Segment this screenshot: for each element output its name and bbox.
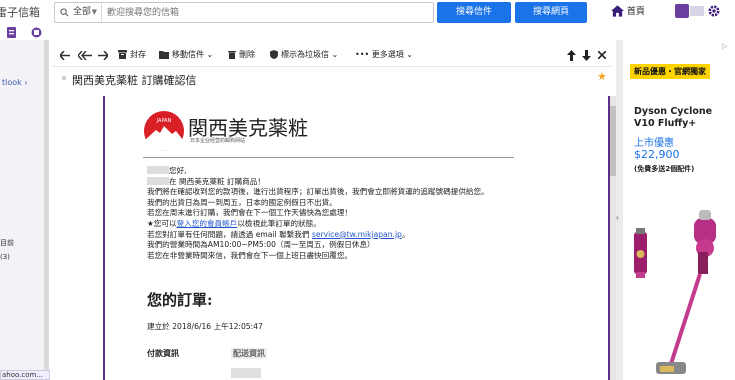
sidebar-scrollbar[interactable] bbox=[44, 40, 49, 370]
search-input[interactable] bbox=[107, 5, 427, 20]
notepad-icon[interactable] bbox=[31, 27, 42, 38]
shipping-heading: 配送資訊 bbox=[231, 348, 267, 359]
body-line: 我們的營業時間為AM10:00~PM5:00（周一至周五，例假日休息） bbox=[147, 240, 375, 250]
search-mail-button[interactable]: 搜尋信件 bbox=[437, 2, 511, 23]
member-login-link[interactable]: 登入您的會員帳戶 bbox=[177, 219, 238, 228]
chevron-right-icon: › bbox=[616, 214, 619, 222]
message-subject: 関西美克薬粧 訂購確認信 bbox=[72, 74, 197, 87]
home-icon bbox=[611, 5, 624, 17]
search-box: 全部 ▼ bbox=[54, 2, 434, 23]
body-line: 若您在周末進行訂購，我們會在下一個工作天儘快為您處理！ bbox=[147, 208, 353, 218]
body-line: 我們的出貨日為周一到周五，日本的國定例假日不出貨。 bbox=[147, 197, 337, 207]
subject-row: 関西美克薬粧 訂購確認信 ★ bbox=[52, 68, 612, 90]
gear-icon[interactable] bbox=[707, 4, 721, 18]
message-text: 您好, 在 関西美克薬粧 訂購商品！ 我們將在確認收到您的款項後，進行出貨程序；… bbox=[147, 166, 517, 261]
thanks-line: 在 関西美克薬粧 訂購商品！ bbox=[147, 176, 517, 188]
ad-note: (免費多送2個配件) bbox=[634, 165, 695, 173]
star-icon[interactable]: ★ bbox=[597, 70, 607, 83]
folder-icon bbox=[159, 51, 169, 59]
home-link[interactable]: 首頁 bbox=[611, 4, 645, 17]
spam-button[interactable]: 標示為垃圾信 ⌄ bbox=[270, 49, 338, 60]
brand-logo: JAPAN bbox=[144, 111, 184, 151]
logo-text: JAPAN bbox=[156, 118, 172, 124]
archive-icon bbox=[118, 50, 127, 59]
forward-icon[interactable] bbox=[98, 51, 108, 60]
ad-launch-label: 上市優惠 bbox=[634, 138, 674, 149]
payment-heading: 付款資訊 bbox=[147, 349, 179, 358]
redacted-text bbox=[231, 368, 261, 378]
more-icon: ••• bbox=[355, 50, 370, 59]
body-line: 我們將在確認收到您的款項後，進行出貨程序；訂單出貨後，我們會立即將貨運的追蹤號碼… bbox=[147, 187, 489, 197]
unread-dot-icon bbox=[62, 76, 66, 80]
mail-brand[interactable]: 雷子信箱 bbox=[0, 4, 40, 20]
avatar[interactable] bbox=[675, 4, 689, 18]
message-toolbar: 封存 移動信件 ⌄ 刪除 標示為垃圾信 ⌄ ••• 更多選項 ⌄ bbox=[52, 45, 612, 67]
order-title: 您的訂單: bbox=[147, 291, 213, 309]
ad-badge: 新品優惠・官網獨家 bbox=[630, 64, 710, 79]
chevron-down-icon: ⌄ bbox=[406, 50, 413, 59]
ad-panel[interactable]: ▷ 新品優惠・官網獨家 Dyson Cyclone V10 Fluffy+ 上市… bbox=[624, 40, 735, 380]
sidebar-item-outlook[interactable]: tlook › bbox=[2, 78, 28, 87]
sidebar-item-folder-count: (3) bbox=[0, 253, 10, 261]
ad-collapse-strip[interactable]: › bbox=[616, 40, 623, 380]
ad-price: $22,900 bbox=[634, 148, 680, 161]
reply-all-icon[interactable] bbox=[78, 51, 92, 60]
body-line: 若您在非營業時間來信，我們會在下一個上班日盡快回覆您。 bbox=[147, 250, 353, 260]
delete-button[interactable]: 刪除 bbox=[228, 49, 255, 60]
redacted-text bbox=[147, 176, 169, 185]
chevron-down-icon: ▼ bbox=[91, 8, 97, 16]
top-bar: 雷子信箱 全部 ▼ 搜尋信件 搜尋網頁 首頁 bbox=[0, 0, 735, 26]
search-web-button[interactable]: 搜尋網頁 bbox=[515, 2, 587, 23]
user-name-redacted[interactable] bbox=[690, 6, 704, 16]
ad-product-name[interactable]: Dyson Cyclone V10 Fluffy+ bbox=[634, 106, 734, 130]
vacuum-image[interactable] bbox=[634, 210, 729, 380]
redacted-name bbox=[147, 166, 169, 174]
body-line: ★您可以登入您的會員帳戶以檢視此筆訂單的狀態。 bbox=[147, 218, 321, 228]
previous-message-icon[interactable] bbox=[567, 50, 576, 61]
contacts-icon[interactable] bbox=[7, 27, 17, 38]
status-url: ahoo.com... bbox=[0, 370, 50, 380]
close-icon[interactable] bbox=[598, 51, 606, 59]
adchoices-icon[interactable]: ▷ bbox=[722, 42, 727, 50]
trash-icon bbox=[228, 51, 236, 59]
divider bbox=[143, 157, 514, 158]
shield-icon bbox=[270, 50, 278, 59]
brand-tagline: 日本企业经营的邮购网站 bbox=[190, 138, 246, 144]
search-scope-select[interactable]: 全部 ▼ bbox=[55, 3, 102, 22]
move-button[interactable]: 移動信件 ⌄ bbox=[159, 49, 213, 60]
back-arrow-icon[interactable] bbox=[60, 51, 70, 60]
body-line: 若您對訂單有任何問題，請透過 email 聯繫我們 service@tw.mik… bbox=[147, 229, 410, 239]
order-created: 建立於 2018/6/16 上午12:05:47 bbox=[147, 322, 263, 331]
chevron-down-icon: ⌄ bbox=[206, 50, 214, 59]
home-label: 首頁 bbox=[626, 7, 645, 17]
service-email-link[interactable]: service@tw.mikjapan.jp bbox=[312, 230, 402, 239]
chevron-down-icon: ⌄ bbox=[331, 50, 339, 59]
search-icon bbox=[60, 8, 69, 17]
more-options-button[interactable]: ••• 更多選項 ⌄ bbox=[355, 49, 413, 60]
greeting: 您好, bbox=[147, 166, 517, 177]
archive-button[interactable]: 封存 bbox=[118, 49, 146, 60]
app-shortcuts bbox=[0, 26, 735, 40]
folder-sidebar: tlook › 目前 (3) bbox=[0, 40, 47, 380]
sidebar-item-folder[interactable]: 目前 bbox=[0, 238, 14, 248]
search-scope-label: 全部 bbox=[73, 7, 92, 17]
next-message-icon[interactable] bbox=[582, 50, 591, 61]
